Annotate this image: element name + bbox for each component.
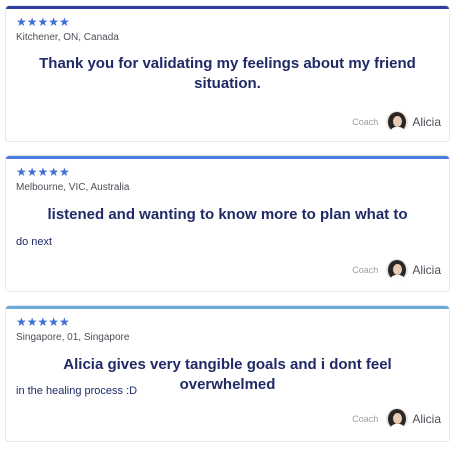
card-accent-bar — [6, 306, 449, 309]
coach-name[interactable]: Alicia — [412, 263, 441, 277]
review-location: Kitchener, ON, Canada — [16, 32, 119, 43]
review-card: ★★★★★ Melbourne, VIC, Australia listened… — [5, 155, 450, 292]
star-rating: ★★★★★ — [16, 15, 70, 29]
review-card: ★★★★★ Singapore, 01, Singapore Alicia gi… — [5, 305, 450, 442]
review-location: Singapore, 01, Singapore — [16, 332, 130, 343]
review-card: ★★★★★ Kitchener, ON, Canada Thank you fo… — [5, 5, 450, 142]
coach-name[interactable]: Alicia — [412, 115, 441, 129]
coach-avatar — [386, 408, 409, 430]
card-accent-bar — [6, 156, 449, 159]
review-location: Melbourne, VIC, Australia — [16, 182, 130, 193]
review-quote: Thank you for validating my feelings abo… — [39, 55, 416, 92]
coach-info[interactable]: Coach Alicia — [352, 259, 441, 281]
card-accent-bar — [6, 6, 449, 9]
star-rating: ★★★★★ — [16, 315, 70, 329]
review-quote: listened and wanting to know more to pla… — [47, 206, 408, 223]
star-rating: ★★★★★ — [16, 165, 70, 179]
coach-info[interactable]: Coach Alicia — [352, 408, 441, 430]
coach-info[interactable]: Coach Alicia — [352, 111, 441, 133]
coach-avatar — [386, 111, 409, 133]
coach-label: Coach — [352, 265, 379, 275]
coach-avatar — [386, 259, 409, 281]
coach-label: Coach — [352, 414, 379, 424]
coach-label: Coach — [352, 117, 379, 127]
review-quote-continued: do next — [16, 236, 53, 248]
coach-name[interactable]: Alicia — [412, 412, 441, 426]
review-quote-continued: in the healing process :D — [16, 385, 138, 397]
